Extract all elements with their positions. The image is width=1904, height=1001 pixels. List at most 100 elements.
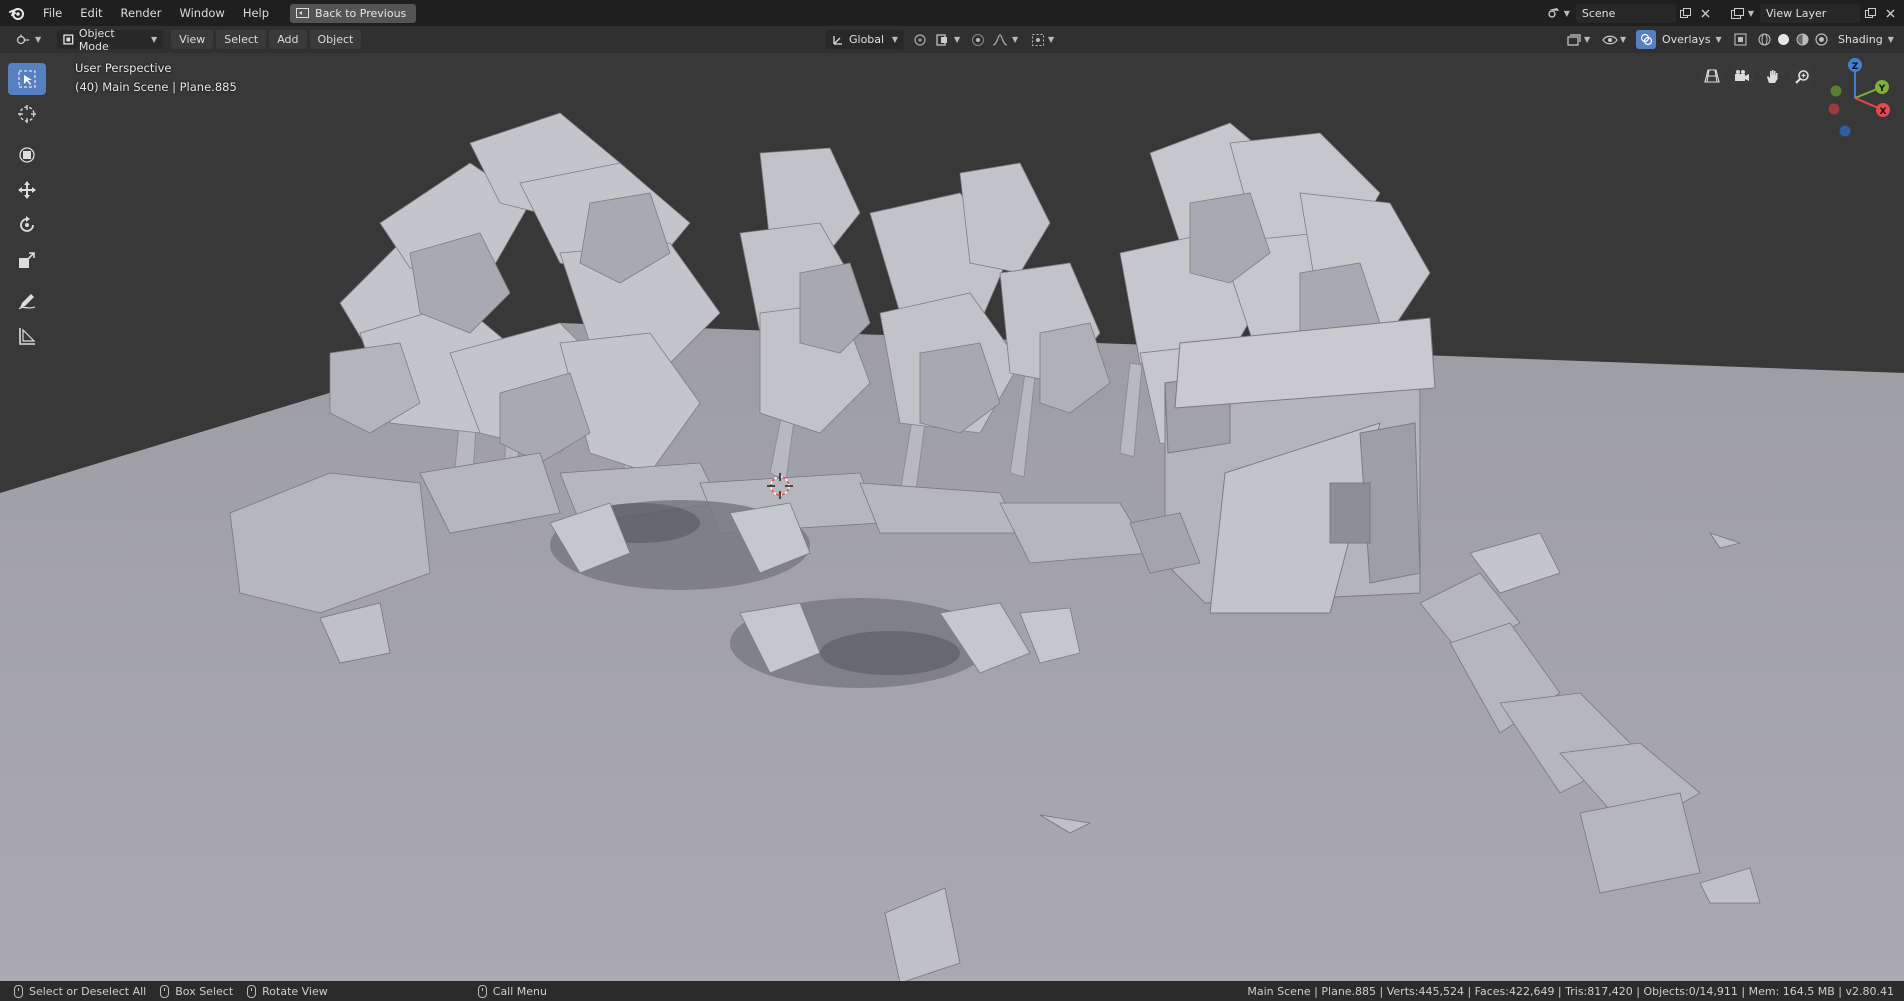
editor-type-selector[interactable]: ▼ xyxy=(10,30,48,49)
snapping-target-icon[interactable] xyxy=(1028,30,1048,49)
annotate-tool[interactable] xyxy=(8,285,46,317)
box-select-hint-label: Box Select xyxy=(175,984,234,998)
viewport-header: ▼ Object Mode ▼ View Select Add Object G… xyxy=(0,26,1904,53)
scene-selector-icon[interactable] xyxy=(1544,4,1564,23)
xray-toggle-icon[interactable] xyxy=(1730,30,1750,49)
transform-tool[interactable] xyxy=(8,139,46,171)
tree-canopy-left xyxy=(329,112,721,474)
chevron-down-icon: ▼ xyxy=(151,35,158,44)
pan-view-button[interactable] xyxy=(1759,63,1785,89)
chevron-down-icon[interactable]: ▼ xyxy=(1748,9,1754,18)
falloff-curve-icon[interactable] xyxy=(990,30,1010,49)
cursor-icon xyxy=(18,105,36,123)
chevron-down-icon: ▼ xyxy=(1715,35,1722,44)
camera-icon xyxy=(1735,70,1749,81)
chevron-down-icon[interactable]: ▼ xyxy=(1584,35,1590,44)
chevron-down-icon[interactable]: ▼ xyxy=(954,35,960,44)
snap-icon[interactable] xyxy=(932,30,952,49)
3d-viewport-icon xyxy=(16,34,29,44)
select-box-icon xyxy=(18,70,36,88)
perspective-label: User Perspective xyxy=(75,61,172,75)
move-tool[interactable] xyxy=(8,174,46,206)
material-shading-icon[interactable] xyxy=(1792,30,1812,49)
mode-label: Object Mode xyxy=(78,26,115,53)
scale-tool[interactable] xyxy=(8,244,46,276)
measure-tool[interactable] xyxy=(8,320,46,352)
view-layer-field[interactable]: View Layer xyxy=(1760,3,1860,23)
measure-icon xyxy=(19,328,36,345)
select-box-tool[interactable] xyxy=(8,63,46,95)
menu-help[interactable]: Help xyxy=(234,3,278,23)
camera-view-button[interactable] xyxy=(1729,63,1755,89)
header-menu-view[interactable]: View xyxy=(171,30,214,49)
gizmo-axis-y: Y xyxy=(1878,84,1886,94)
menu-file[interactable]: File xyxy=(34,3,71,23)
rotate-tool[interactable] xyxy=(8,209,46,241)
chevron-down-icon: ▼ xyxy=(891,35,898,44)
scene-statistics: Main Scene | Plane.885 | Verts:445,524 |… xyxy=(1247,984,1894,998)
status-hint-call-menu: Call Menu xyxy=(477,984,547,998)
top-menu-bar: File Edit Render Window Help Back to Pre… xyxy=(0,0,1904,26)
new-scene-icon[interactable] xyxy=(1676,4,1696,23)
transform-icon xyxy=(19,147,35,163)
cursor-tool[interactable] xyxy=(8,98,46,130)
transform-orientation-selector[interactable]: Global ▼ xyxy=(826,30,904,49)
close-scene-icon[interactable] xyxy=(1696,4,1716,23)
close-view-layer-icon[interactable] xyxy=(1880,4,1900,23)
tree-canopy-middle xyxy=(739,147,1111,434)
object-mode-icon xyxy=(63,34,74,45)
hand-icon xyxy=(1766,69,1777,83)
wireframe-shading-icon[interactable] xyxy=(1754,30,1774,49)
navigation-gizmo[interactable]: Z Y X xyxy=(1810,53,1900,143)
proportional-edit-icon[interactable] xyxy=(968,30,988,49)
shading-label: Shading xyxy=(1838,33,1883,46)
screen-icon xyxy=(296,8,310,18)
tool-shelf xyxy=(8,63,46,355)
view-layer-name: View Layer xyxy=(1766,6,1827,20)
3d-viewport[interactable]: User Perspective (40) Main Scene | Plane… xyxy=(0,53,1904,981)
status-hint-box-select: Box Select xyxy=(160,984,234,998)
call-menu-hint-label: Call Menu xyxy=(492,984,547,998)
new-view-layer-icon[interactable] xyxy=(1860,4,1880,23)
overlays-toggle-icon[interactable] xyxy=(1636,30,1656,49)
menu-edit[interactable]: Edit xyxy=(71,3,111,23)
back-to-previous-button[interactable]: Back to Previous xyxy=(290,3,417,23)
status-hint-rotate: Rotate View xyxy=(247,984,328,998)
header-menu-object[interactable]: Object xyxy=(309,30,362,49)
mode-selector[interactable]: Object Mode ▼ xyxy=(57,27,164,53)
header-menu-add[interactable]: Add xyxy=(269,30,307,49)
chevron-down-icon[interactable]: ▼ xyxy=(1620,35,1626,44)
gizmo-axis-x: X xyxy=(1880,107,1887,117)
scene-render[interactable] xyxy=(0,53,1904,981)
gizmo-visibility-icon[interactable] xyxy=(1600,30,1620,49)
rendered-shading-icon[interactable] xyxy=(1811,30,1831,49)
shading-dropdown[interactable]: Shading ▼ xyxy=(1834,30,1898,49)
header-menu-select[interactable]: Select xyxy=(216,30,267,49)
select-hint-label: Select or Deselect All xyxy=(29,984,147,998)
view-layer-icon[interactable] xyxy=(1728,4,1748,23)
overlays-dropdown[interactable]: Overlays ▼ xyxy=(1658,30,1726,49)
back-button-label: Back to Previous xyxy=(315,6,407,20)
blender-logo-icon[interactable] xyxy=(0,0,34,26)
mouse-left-icon xyxy=(14,984,23,998)
object-info-label: (40) Main Scene | Plane.885 xyxy=(75,80,237,94)
chevron-down-icon: ▼ xyxy=(35,35,42,44)
toggle-ortho-button[interactable] xyxy=(1699,63,1725,89)
chevron-down-icon[interactable]: ▼ xyxy=(1564,9,1570,18)
zoom-icon xyxy=(1794,69,1809,84)
chevron-down-icon[interactable]: ▼ xyxy=(1012,35,1018,44)
scale-icon xyxy=(19,252,35,268)
scene-name: Scene xyxy=(1581,6,1616,20)
pivot-point-icon[interactable] xyxy=(910,30,930,49)
menu-render[interactable]: Render xyxy=(112,3,171,23)
scene-name-field[interactable]: Scene xyxy=(1575,3,1676,23)
chevron-down-icon[interactable]: ▼ xyxy=(1048,35,1054,44)
mouse-middle-icon xyxy=(247,984,257,998)
annotate-icon xyxy=(18,294,36,310)
ruin-structure xyxy=(1164,317,1436,614)
solid-shading-icon[interactable] xyxy=(1773,30,1793,49)
mouse-drag-icon xyxy=(160,984,170,998)
menu-window[interactable]: Window xyxy=(170,3,233,23)
view-object-types-icon[interactable] xyxy=(1564,30,1584,49)
rotate-icon xyxy=(20,216,34,232)
